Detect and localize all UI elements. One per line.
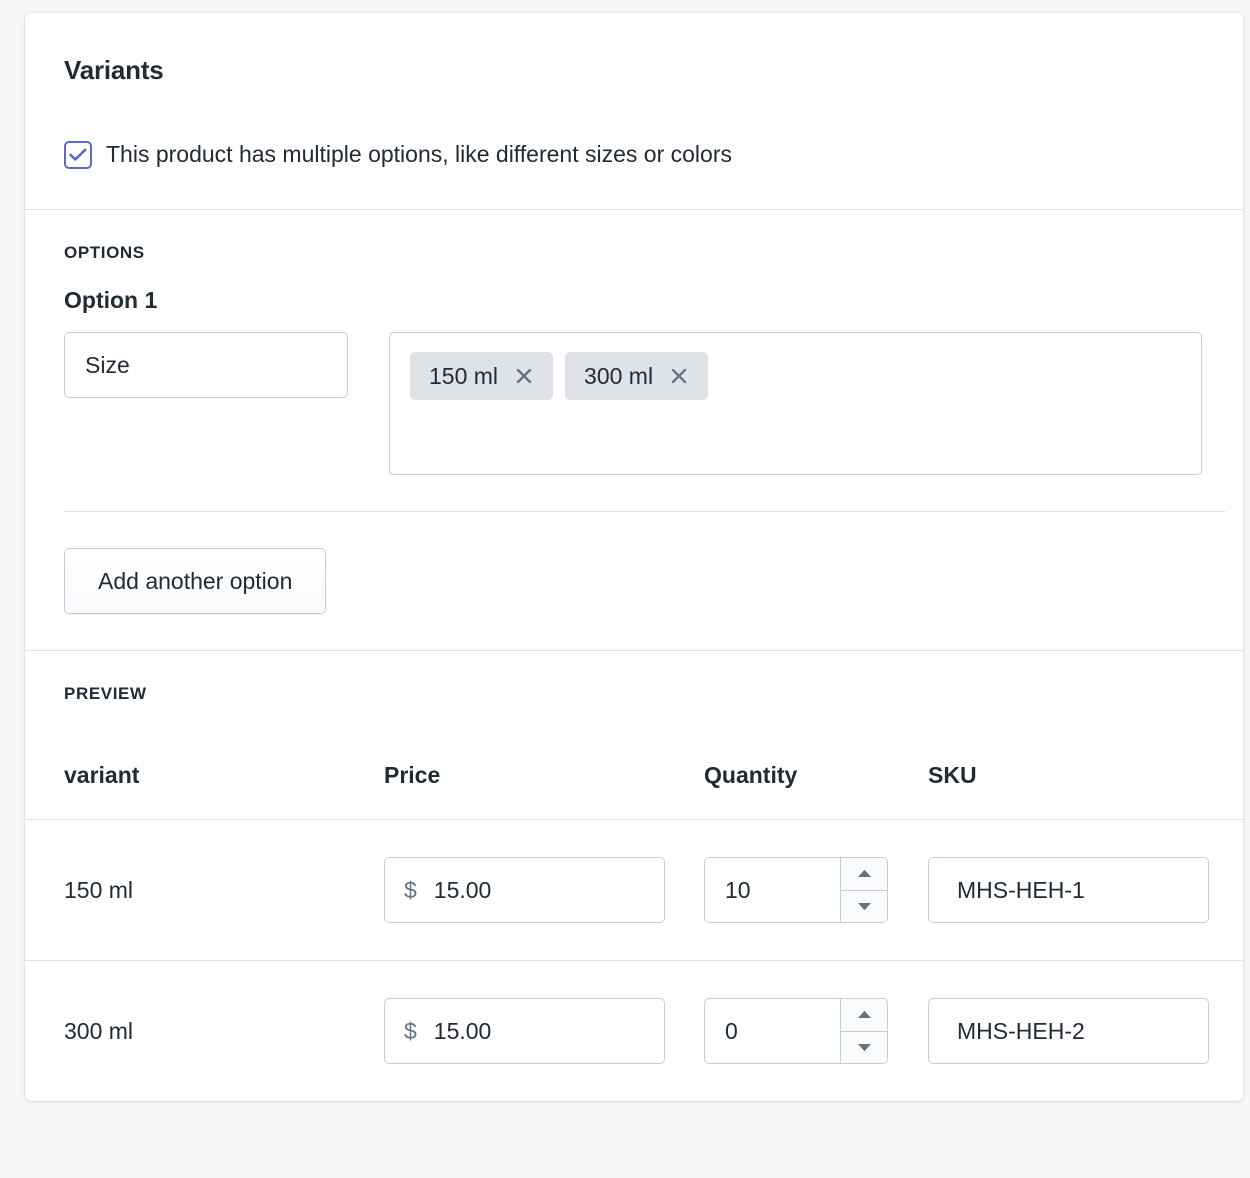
table-row: 150 ml $ 15.00 10 <box>25 820 1243 960</box>
multiple-options-checkbox-row[interactable]: This product has multiple options, like … <box>64 141 1204 169</box>
price-value: 15.00 <box>434 1018 492 1045</box>
variants-card: Variants This product has multiple optio… <box>25 13 1243 1101</box>
sku-input[interactable]: MHS-HEH-1 <box>928 857 1209 923</box>
quantity-stepper[interactable]: 10 <box>704 857 888 923</box>
sku-cell: MHS-HEH-2 <box>928 998 1228 1064</box>
quantity-stepper-buttons <box>840 999 887 1063</box>
price-cell: $ 15.00 <box>384 998 704 1064</box>
currency-symbol: $ <box>404 1018 417 1045</box>
multiple-options-checkbox-label: This product has multiple options, like … <box>106 141 732 169</box>
multiple-options-checkbox[interactable] <box>64 141 92 169</box>
variants-header-section: Variants This product has multiple optio… <box>25 13 1243 209</box>
price-value: 15.00 <box>434 877 492 904</box>
option-1-label: Option 1 <box>64 287 1204 314</box>
option-value-tag-label: 300 ml <box>584 365 653 388</box>
column-header-price: Price <box>384 762 704 789</box>
option-values-input[interactable]: 150 ml 300 ml <box>389 332 1202 475</box>
table-row: 300 ml $ 15.00 0 <box>25 961 1243 1101</box>
table-header-row: variant Price Quantity SKU <box>25 704 1243 819</box>
add-option-area: Add another option <box>25 512 1243 650</box>
column-header-sku: SKU <box>928 762 1228 789</box>
quantity-cell: 10 <box>704 857 928 923</box>
option-name-input[interactable] <box>64 332 348 398</box>
quantity-stepper-buttons <box>840 858 887 922</box>
quantity-value[interactable]: 10 <box>705 858 840 922</box>
variant-name: 300 ml <box>64 1018 384 1045</box>
stepper-down-icon[interactable] <box>841 1032 887 1064</box>
currency-symbol: $ <box>404 877 417 904</box>
sku-input[interactable]: MHS-HEH-2 <box>928 998 1209 1064</box>
stepper-up-icon[interactable] <box>841 858 887 891</box>
preview-heading: PREVIEW <box>25 684 1243 704</box>
page-title: Variants <box>64 57 1204 83</box>
option-value-tag-label: 150 ml <box>429 365 498 388</box>
price-input[interactable]: $ 15.00 <box>384 857 665 923</box>
stepper-up-icon[interactable] <box>841 999 887 1032</box>
option-1-row: 150 ml 300 ml <box>64 332 1204 511</box>
option-value-tag: 150 ml <box>410 352 553 400</box>
preview-section: PREVIEW variant Price Quantity SKU 150 m… <box>25 651 1243 1101</box>
quantity-cell: 0 <box>704 998 928 1064</box>
column-header-quantity: Quantity <box>704 762 928 789</box>
sku-cell: MHS-HEH-1 <box>928 857 1228 923</box>
options-heading: OPTIONS <box>64 243 1204 263</box>
price-cell: $ 15.00 <box>384 857 704 923</box>
variants-table: variant Price Quantity SKU 150 ml $ 15.0… <box>25 704 1243 1101</box>
close-icon[interactable] <box>667 364 691 388</box>
add-another-option-button[interactable]: Add another option <box>64 548 326 614</box>
options-section: OPTIONS Option 1 150 ml 300 ml <box>25 210 1243 511</box>
variant-name: 150 ml <box>64 877 384 904</box>
column-header-variant: variant <box>64 762 384 789</box>
quantity-stepper[interactable]: 0 <box>704 998 888 1064</box>
close-icon[interactable] <box>512 364 536 388</box>
price-input[interactable]: $ 15.00 <box>384 998 665 1064</box>
stepper-down-icon[interactable] <box>841 891 887 923</box>
option-value-tag: 300 ml <box>565 352 708 400</box>
quantity-value[interactable]: 0 <box>705 999 840 1063</box>
